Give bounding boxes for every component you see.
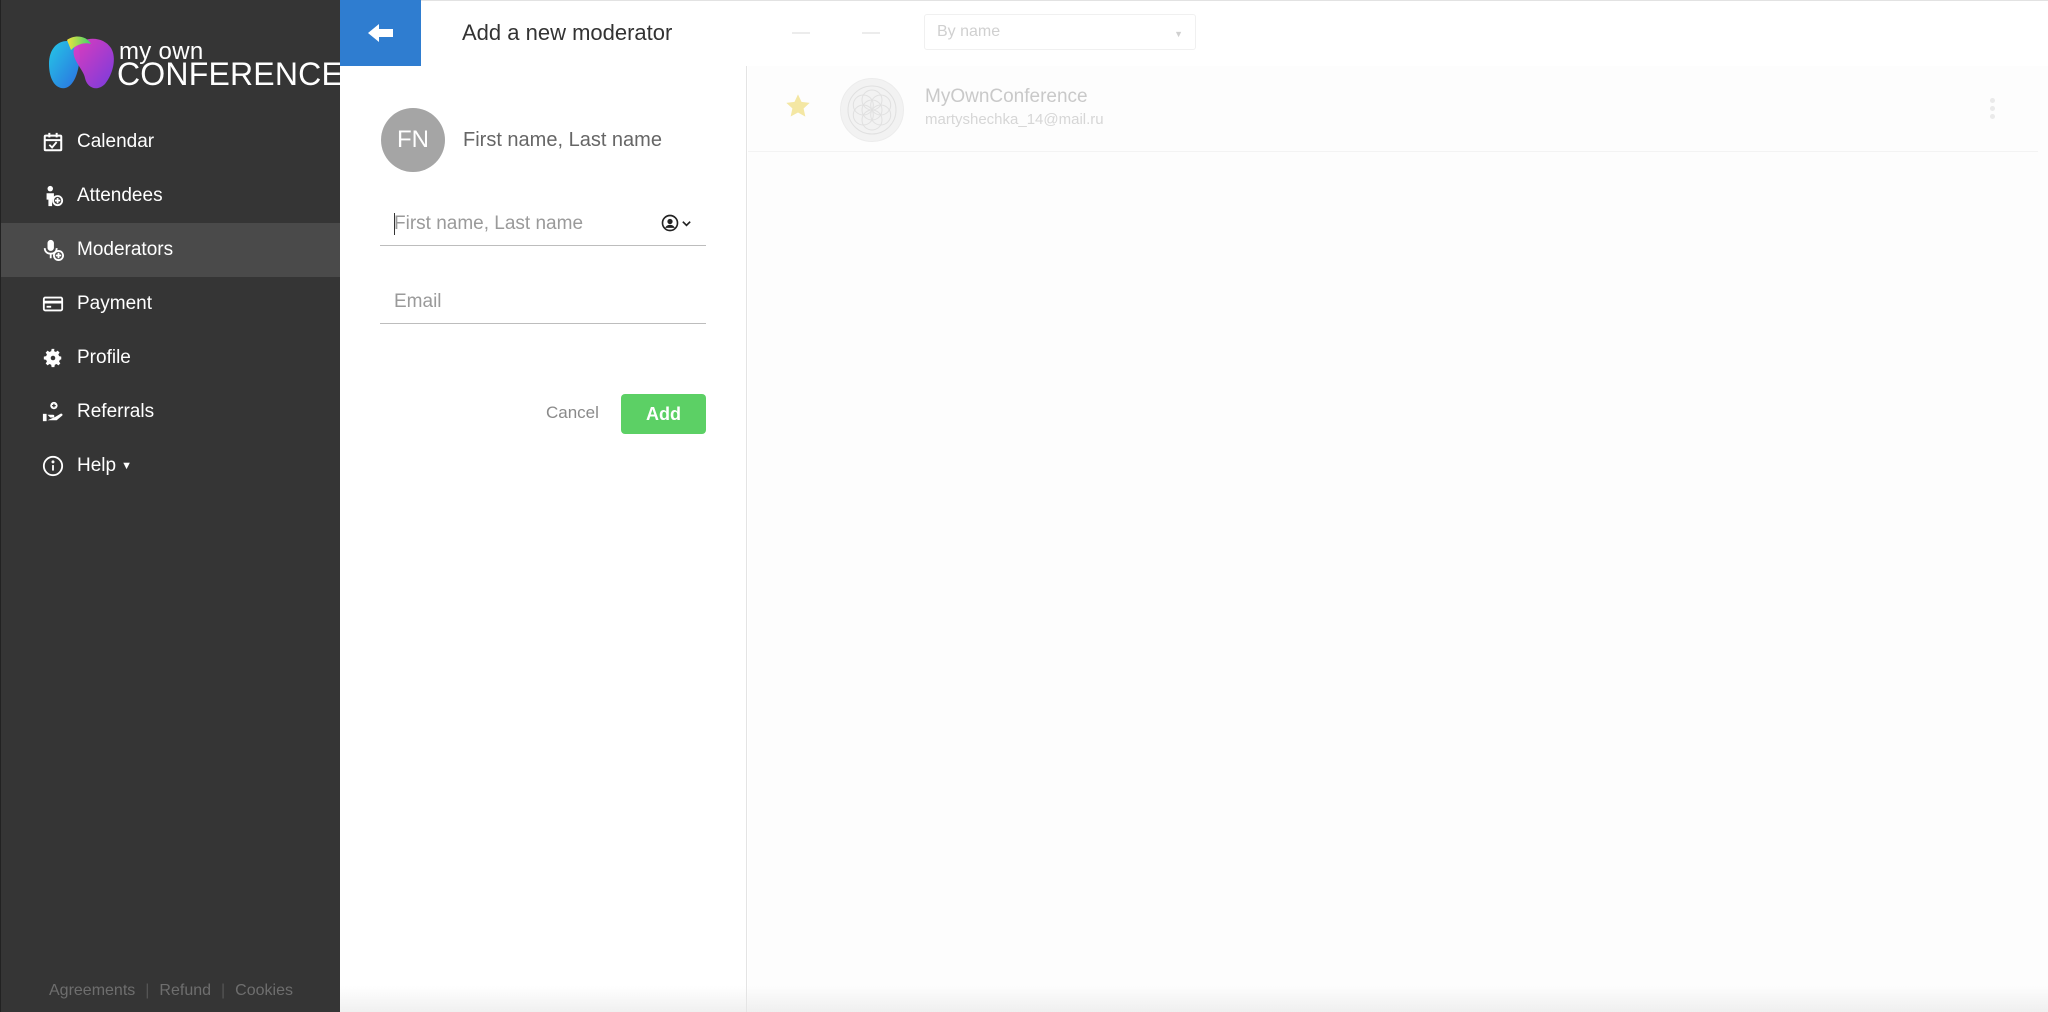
calendar-icon — [41, 130, 65, 154]
arrow-left-icon — [367, 24, 393, 42]
sidebar-footer: Agreements | Refund | Cookies — [49, 982, 293, 1000]
avatar: FN — [381, 108, 445, 172]
sidebar-item-moderators[interactable]: Moderators — [1, 223, 341, 277]
header-placeholder-dash — [862, 32, 880, 34]
moderator-email: martyshechka_14@mail.ru — [925, 111, 1104, 128]
footer-link-cookies[interactable]: Cookies — [235, 982, 293, 1000]
sidebar-item-referrals[interactable]: Referrals — [1, 385, 341, 439]
star-icon[interactable] — [784, 92, 812, 120]
add-button[interactable]: Add — [621, 394, 706, 434]
name-field — [380, 202, 706, 246]
sidebar-item-label: Calendar — [77, 131, 155, 152]
sidebar-item-help[interactable]: Help ▼ — [1, 439, 341, 493]
logo-mark-icon — [49, 36, 114, 89]
footer-separator: | — [221, 982, 226, 999]
sort-select[interactable]: By name ▼ — [924, 14, 1196, 50]
text-cursor — [394, 213, 395, 235]
name-input[interactable] — [380, 202, 706, 245]
flower-of-life-icon — [847, 85, 897, 135]
footer-link-agreements[interactable]: Agreements — [49, 982, 135, 1000]
info-icon — [41, 454, 65, 478]
gear-icon — [41, 346, 65, 370]
referral-icon — [41, 400, 65, 424]
logo-text-line2: CONFERENCE — [117, 56, 344, 92]
contact-picker-button[interactable] — [661, 214, 692, 232]
chevron-down-icon — [682, 220, 691, 227]
sidebar-nav: Calendar Attendees Moderators Payment Pr… — [1, 115, 341, 493]
header-divider — [421, 0, 2048, 1]
sidebar-item-label: Moderators — [77, 239, 174, 260]
sidebar: my own CONFERENCE Calendar Attendees Mod… — [0, 0, 343, 1012]
user-circle-icon — [661, 214, 679, 232]
footer-link-refund[interactable]: Refund — [159, 982, 211, 1000]
sidebar-item-label: Referrals — [77, 401, 155, 422]
sidebar-item-calendar[interactable]: Calendar — [1, 115, 341, 169]
sidebar-item-label: Help — [77, 455, 117, 476]
moderator-avatar — [840, 78, 904, 142]
more-menu-icon[interactable] — [1990, 98, 1996, 122]
email-field — [380, 280, 706, 324]
chevron-down-icon: ▼ — [1174, 29, 1183, 39]
preview-name: First name, Last name — [463, 129, 662, 151]
page-title: Add a new moderator — [462, 20, 673, 45]
sidebar-item-label: Attendees — [77, 185, 163, 206]
sort-select-value: By name — [937, 23, 1001, 40]
moderators-list-area — [748, 66, 2048, 1012]
moderator-row[interactable]: MyOwnConference martyshechka_14@mail.ru — [748, 68, 2038, 152]
chevron-down-icon: ▼ — [121, 460, 132, 472]
sidebar-item-profile[interactable]: Profile — [1, 331, 341, 385]
credit-card-icon — [41, 292, 65, 316]
sidebar-item-label: Profile — [77, 347, 131, 368]
app-logo[interactable]: my own CONFERENCE — [45, 34, 343, 96]
moderator-name: MyOwnConference — [925, 86, 1088, 107]
header-placeholder-dash — [792, 32, 810, 34]
add-moderator-panel: FN First name, Last name Cancel Add — [340, 66, 747, 1012]
sidebar-item-attendees[interactable]: Attendees — [1, 169, 341, 223]
sidebar-item-label: Payment — [77, 293, 152, 314]
cancel-button[interactable]: Cancel — [546, 403, 599, 423]
email-input[interactable] — [380, 280, 706, 323]
moderator-icon — [41, 238, 65, 262]
footer-separator: | — [145, 982, 150, 999]
sidebar-item-payment[interactable]: Payment — [1, 277, 341, 331]
attendee-icon — [41, 184, 65, 208]
bottom-shadow — [340, 986, 2048, 1012]
back-button[interactable] — [340, 0, 421, 66]
